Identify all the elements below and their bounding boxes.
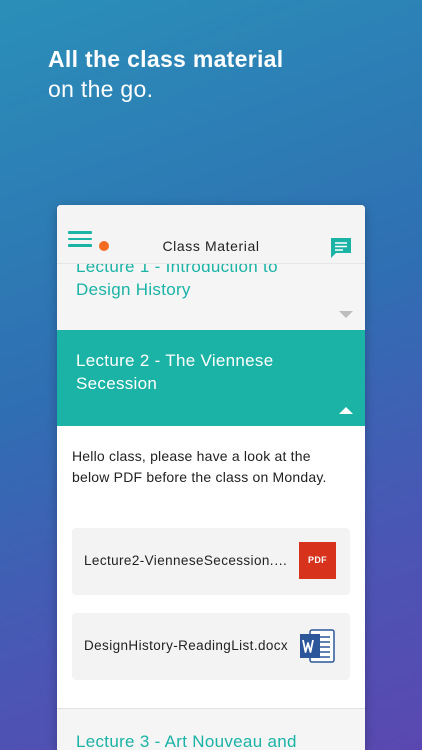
file-attachment-pdf[interactable]: Lecture2-VienneseSecession.pdf PDF [72, 528, 350, 595]
lecture-list: Lecture 1 - Introduction to Design Histo… [57, 205, 365, 750]
lecture-message: Hello class, please have a look at the b… [72, 448, 327, 485]
expand-caret-down-icon[interactable] [339, 311, 353, 318]
file-name: Lecture2-VienneseSecession.pdf [84, 553, 289, 568]
pdf-file-icon: PDF [299, 542, 336, 579]
file-name: DesignHistory-ReadingList.docx [84, 638, 289, 653]
phone-screen: Lecture 1 - Introduction to Design Histo… [57, 205, 365, 750]
lecture-item-2[interactable]: Lecture 2 - The Viennese Secession [57, 330, 365, 426]
chat-message-icon[interactable] [329, 236, 353, 260]
promo-headline-bold: All the class material [48, 46, 284, 72]
collapse-caret-up-icon[interactable] [339, 407, 353, 414]
lecture-item-3[interactable]: Lecture 3 - Art Nouveau and [57, 708, 365, 750]
word-file-icon [300, 629, 335, 663]
lecture-2-title: Lecture 2 - The Viennese Secession [76, 351, 274, 393]
lecture-3-title: Lecture 3 - Art Nouveau and [76, 732, 297, 750]
promo-headline: All the class material on the go. [48, 44, 283, 104]
page-title: Class Material [162, 238, 260, 254]
promo-headline-regular: on the go. [48, 76, 154, 102]
app-bar: Class Material [57, 205, 365, 264]
file-attachment-word[interactable]: DesignHistory-ReadingList.docx [72, 613, 350, 680]
